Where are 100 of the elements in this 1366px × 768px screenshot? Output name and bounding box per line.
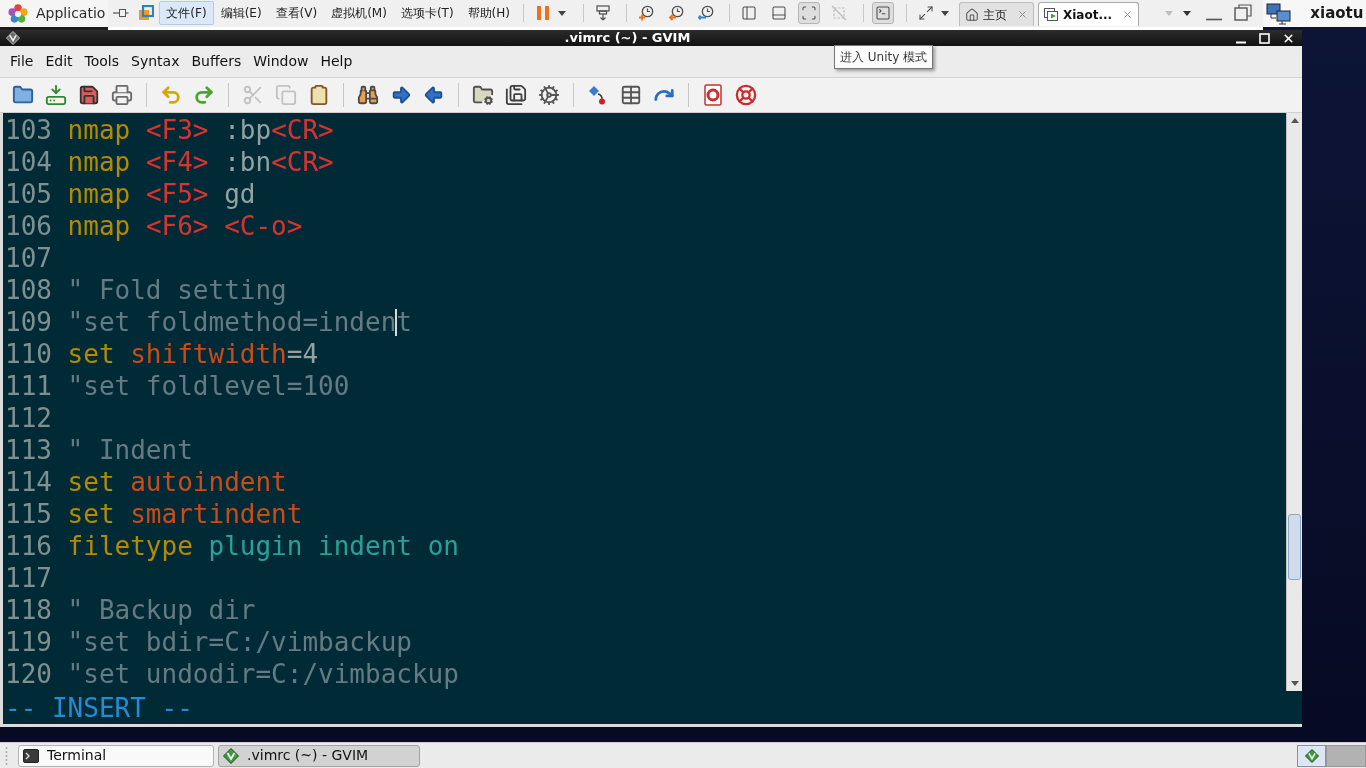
menu-item[interactable]: 编辑(E)	[213, 1, 269, 25]
menu-item[interactable]: Syntax	[125, 51, 186, 72]
line-number: 110	[5, 338, 52, 370]
key-notation-text: <F3>	[145, 115, 209, 145]
table-icon[interactable]	[619, 84, 642, 106]
home-icon	[964, 7, 979, 22]
page-lifebuoy-icon[interactable]	[701, 84, 724, 106]
menu-item[interactable]: 帮助(H)	[460, 1, 517, 25]
option-name-text: smartindent	[130, 499, 303, 529]
menu-item[interactable]: Tools	[78, 51, 126, 72]
keyword-text: set	[67, 499, 115, 529]
maximize-icon[interactable]	[1259, 32, 1270, 44]
vim-logo-icon[interactable]	[6, 31, 20, 45]
close-icon[interactable]	[1282, 31, 1295, 45]
folder-gear-icon[interactable]	[471, 84, 494, 106]
menu-item[interactable]: Help	[314, 51, 359, 72]
binoculars-icon[interactable]	[356, 84, 379, 106]
window-title: .vimrc (~) - GVIM	[564, 30, 691, 46]
menu-item[interactable]: Edit	[39, 51, 79, 72]
mode-indicator: -- INSERT --	[5, 691, 193, 724]
menu-item[interactable]: 查看(V)	[268, 1, 325, 25]
tab[interactable]: Xiaot...	[1037, 2, 1140, 26]
overlapping-squares-icon	[138, 5, 155, 21]
folder-icon[interactable]	[11, 84, 34, 106]
code-text: =4	[286, 339, 319, 369]
comment-text: "set undodir=C:/vimbackup	[67, 659, 459, 689]
line-number: 119	[5, 626, 52, 658]
option-name-text: shiftwidth	[130, 339, 287, 369]
line-number: 117	[5, 562, 52, 594]
line-number: 111	[5, 370, 52, 402]
key-notation-text: <C-o>	[224, 211, 303, 241]
pin-icon[interactable]	[113, 7, 130, 19]
keyword-text: set	[67, 339, 115, 369]
line-number: 114	[5, 466, 52, 498]
printer-icon[interactable]	[110, 84, 133, 106]
floppy-disks-icon[interactable]	[504, 84, 527, 106]
terminal-icon	[23, 747, 39, 764]
taskbar-button[interactable]: .vimrc (~) - GVIM	[218, 744, 420, 767]
keyword-text: nmap	[67, 211, 131, 241]
redo-icon[interactable]	[192, 84, 215, 106]
right-caret-icon[interactable]	[1183, 10, 1192, 16]
restore-icon[interactable]	[1234, 4, 1253, 22]
menu-item[interactable]: Buffers	[185, 51, 248, 72]
code-text: gd	[224, 179, 256, 209]
key-notation-text: <F5>	[145, 179, 209, 209]
tab[interactable]: 主页	[958, 2, 1034, 26]
option-name-text: autoindent	[130, 467, 287, 497]
caret-icon[interactable]	[557, 10, 566, 16]
line-number: 105	[5, 178, 52, 210]
line-number: 104	[5, 146, 52, 178]
argument-text: plugin indent on	[208, 531, 459, 561]
menu-item[interactable]: Window	[247, 51, 315, 72]
up-arrow-icon[interactable]	[1290, 118, 1299, 123]
menu-item[interactable]: File	[4, 51, 40, 72]
code-text: :bn	[224, 147, 272, 177]
key-notation-text: <CR>	[271, 147, 334, 177]
line-number: 115	[5, 498, 52, 530]
vim-logo-icon	[223, 747, 239, 764]
grip-icon[interactable]	[4, 746, 9, 765]
key-notation-text: <CR>	[271, 115, 334, 145]
lifebuoy-icon[interactable]	[734, 84, 757, 106]
comment-text: " Backup dir	[67, 595, 256, 625]
taskbar-button[interactable]: Terminal	[18, 744, 214, 767]
scrollbar-thumb[interactable]	[1288, 514, 1301, 580]
workspace-thumbnail[interactable]	[1326, 744, 1366, 767]
key-notation-text: <F6>	[145, 211, 209, 241]
comment-text: t	[396, 307, 412, 337]
code-text: :bp	[224, 115, 272, 145]
keyword-text: nmap	[67, 147, 131, 177]
code-editor[interactable]	[0, 113, 1302, 727]
comment-text: "set foldmethod=inden	[67, 307, 397, 337]
line-number: 116	[5, 530, 52, 562]
workspace-thumbnail[interactable]	[1297, 744, 1326, 767]
vm-window-icon	[1043, 7, 1059, 22]
down-arrow-icon[interactable]	[1290, 681, 1299, 686]
line-number: 120	[5, 658, 52, 690]
network-computers-icon[interactable]	[1266, 2, 1293, 25]
line-number: 109	[5, 306, 52, 338]
tooltip: 进入 Unity 模式	[834, 45, 934, 69]
menu-item[interactable]: 选项卡(T)	[393, 1, 461, 25]
scrollbar-track[interactable]	[1286, 113, 1302, 691]
applications-menu[interactable]: Applicatio	[36, 3, 106, 24]
line-number: 107	[5, 242, 52, 274]
gear-icon[interactable]	[537, 84, 560, 106]
vim-logo-icon	[1304, 748, 1319, 763]
menu-item[interactable]: 虚拟机(M)	[324, 1, 394, 25]
keyword-text: set	[67, 467, 115, 497]
download-icon[interactable]	[44, 84, 67, 106]
comment-text: "set bdir=C:/vimbackup	[67, 627, 412, 657]
comment-text: "set foldlevel=100	[67, 371, 350, 401]
flower-logo-icon[interactable]	[8, 3, 28, 24]
line-number: 108	[5, 274, 52, 306]
comment-text: " Indent	[67, 435, 193, 465]
line-number: 118	[5, 594, 52, 626]
caret-icon[interactable]	[940, 10, 949, 16]
comment-text: " Fold setting	[67, 275, 287, 305]
keyword-text: filetype	[67, 531, 193, 561]
menu-item[interactable]: 文件(F)	[159, 1, 214, 25]
key-notation-text: <F4>	[145, 147, 209, 177]
left-arrow-icon[interactable]	[422, 84, 445, 106]
